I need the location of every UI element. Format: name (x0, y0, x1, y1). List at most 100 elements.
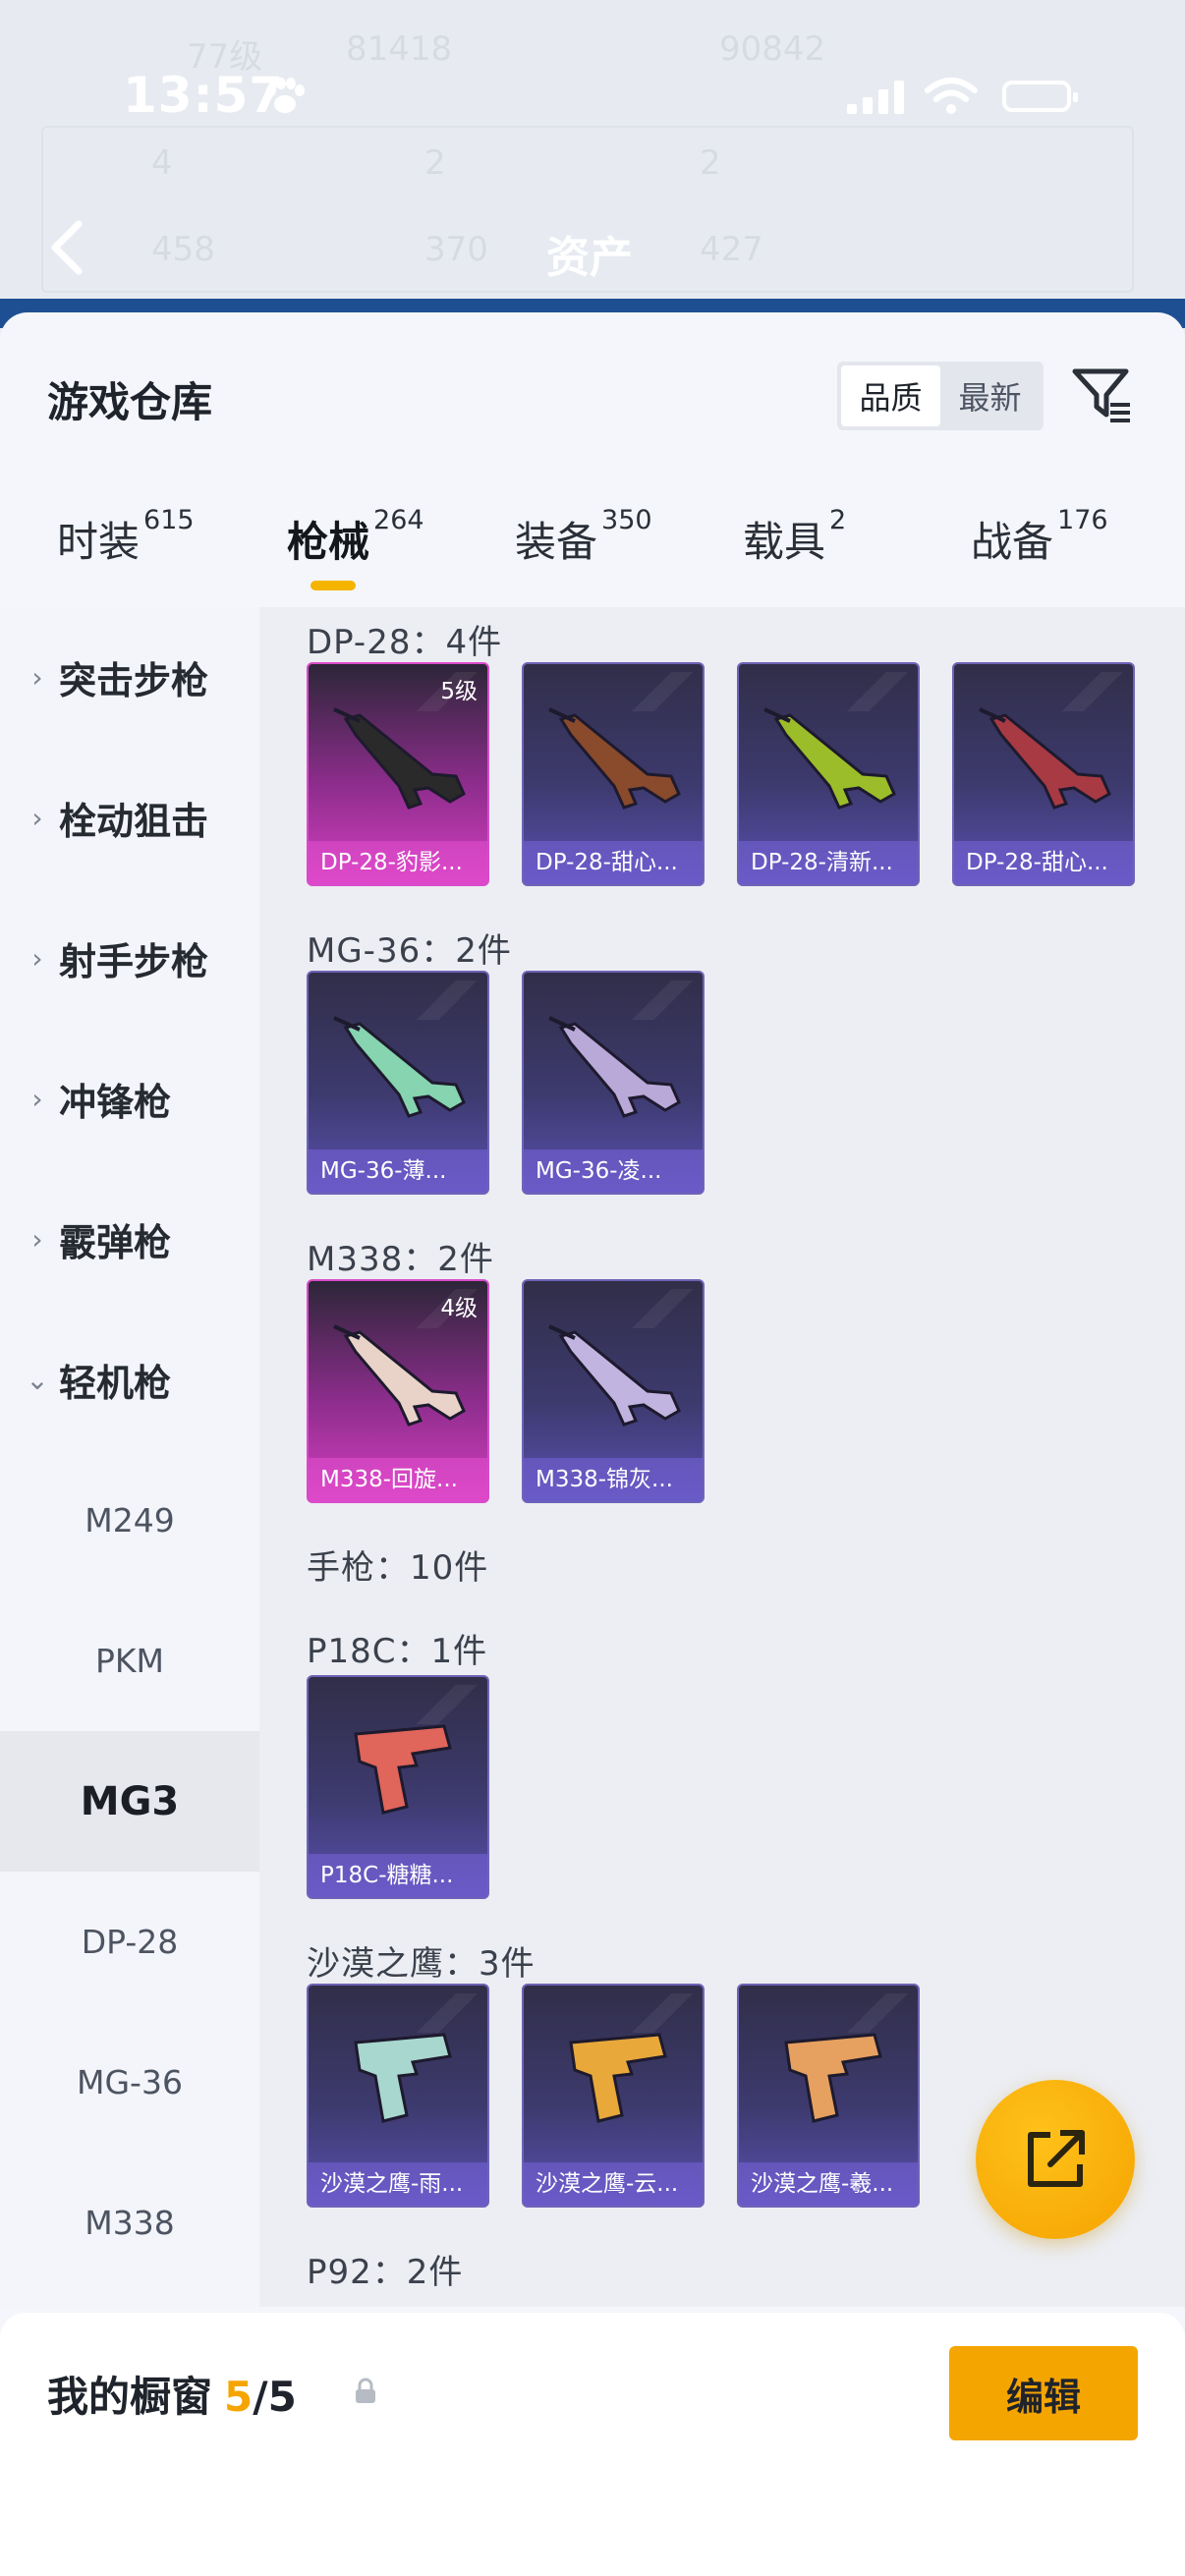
weapon-name: MG-36-凌... (524, 1149, 703, 1193)
rifle-icon (548, 1016, 681, 1118)
rifle-icon (548, 1324, 681, 1427)
weapon-card[interactable]: MG-36-薄... (307, 971, 489, 1195)
ghost-stat-1: 4 (151, 143, 173, 183)
tab-fashion[interactable]: 时装 615 (57, 505, 195, 569)
weapon-content: DP-28：4件 5级 DP-28-豹影... DP-28-甜心... DP-28-清新… (259, 607, 1185, 2307)
wifi-icon (925, 78, 978, 114)
showcase-current: 5 (224, 2373, 254, 2421)
chevron-right-icon: › (31, 661, 43, 694)
weapon-name: DP-28-甜心... (954, 841, 1133, 884)
weapon-name: DP-28-清新... (739, 841, 918, 884)
rifle-icon (333, 1016, 466, 1118)
sidebar-item-label: 射手步枪 (59, 940, 209, 983)
ghost-stat-4: 458 (151, 230, 215, 269)
ghost-stat-5: 370 (424, 230, 488, 269)
sidebar-item-label: 霰弹枪 (59, 1221, 172, 1264)
signal-icon (847, 81, 904, 114)
sidebar-item-label: 突击步枪 (59, 659, 209, 702)
weapon-card[interactable]: P18C-糖糖... (307, 1675, 489, 1899)
weapon-name: 沙漠之鹰-羲... (739, 2162, 918, 2206)
sidebar-sub-dp28[interactable]: DP-28 (0, 1872, 259, 2012)
share-button[interactable] (976, 2080, 1135, 2239)
weapon-card[interactable]: 4级 M338-回旋... (307, 1279, 489, 1503)
tab-count: 176 (1057, 505, 1108, 535)
showcase-max: 5 (267, 2373, 297, 2421)
weapon-card[interactable]: 5级 DP-28-豹影... (307, 662, 489, 886)
weapon-name: 沙漠之鹰-雨... (309, 2162, 487, 2206)
sidebar-sub-pkm[interactable]: PKM (0, 1591, 259, 1731)
tab-vehicles[interactable]: 载具 2 (743, 505, 846, 569)
tab-count: 350 (601, 505, 652, 535)
rifle-icon (333, 1324, 466, 1427)
tab-count: 615 (143, 505, 195, 535)
weapon-card[interactable]: DP-28-清新... (737, 662, 920, 886)
group-heading: P18C：1件 (307, 1632, 488, 1671)
sidebar-item-bolt-sniper[interactable]: › 栓动狙击 (0, 748, 259, 888)
weapon-name: MG-36-薄... (309, 1149, 487, 1193)
paw-icon (266, 78, 305, 113)
weapon-card[interactable]: 沙漠之鹰-云... (522, 1984, 705, 2208)
weapon-name: M338-回旋... (309, 1458, 487, 1501)
sort-quality-option[interactable]: 品质 (841, 365, 940, 426)
weapon-card[interactable]: MG-36-凌... (522, 971, 705, 1195)
weapon-card[interactable]: M338-锦灰... (522, 1279, 705, 1503)
sidebar-sub-m249[interactable]: M249 (0, 1450, 259, 1591)
warehouse-sheet: 游戏仓库 品质 最新 时装 615 枪械 264 装备 350 载具 2 战备 … (0, 312, 1185, 2576)
sidebar-item-label: 轻机枪 (59, 1362, 172, 1405)
background-title: 资产 (546, 233, 633, 283)
pistol-icon (354, 2033, 452, 2123)
tab-label: 战备 (971, 518, 1054, 566)
sidebar-item-lmg[interactable]: ⌄ 轻机枪 (0, 1310, 259, 1450)
tab-count: 264 (373, 505, 424, 535)
rifle-icon (979, 707, 1111, 810)
chevron-right-icon: › (31, 802, 43, 834)
sheet-title: 游戏仓库 (47, 378, 213, 426)
sidebar-sub-m338[interactable]: M338 (0, 2153, 259, 2293)
showcase-title: 我的橱窗 (47, 2373, 213, 2421)
weapon-name: DP-28-甜心... (524, 841, 703, 884)
sort-newest-option[interactable]: 最新 (940, 365, 1040, 426)
edit-button[interactable]: 编辑 (949, 2346, 1138, 2440)
chevron-right-icon: › (31, 1223, 43, 1256)
group-heading: M338：2件 (307, 1240, 494, 1279)
ghost-stat-3: 2 (700, 143, 721, 183)
category-tabs: 时装 615 枪械 264 装备 350 载具 2 战备 176 (0, 505, 1185, 607)
group-heading: P92：2件 (307, 2253, 464, 2292)
pistol-icon (569, 2033, 667, 2123)
sidebar-sub-mg3[interactable]: MG3 (0, 1731, 259, 1872)
tab-label: 时装 (57, 518, 141, 566)
sidebar-item-marksman-rifle[interactable]: › 射手步枪 (0, 888, 259, 1029)
tab-firearms[interactable]: 枪械 264 (287, 505, 424, 569)
group-heading: 手枪：10件 (307, 1548, 489, 1588)
tab-equipment[interactable]: 装备 350 (515, 505, 652, 569)
chevron-right-icon: › (31, 1083, 43, 1115)
ghost-points: 90842 (719, 29, 826, 69)
chevron-right-icon: › (31, 942, 43, 975)
showcase-bar: 我的橱窗 5 / 5 编辑 (0, 2313, 1185, 2576)
active-tab-indicator (310, 581, 356, 590)
weapon-sidebar: › 突击步枪 › 栓动狙击 › 射手步枪 › 冲锋枪 › 霰弹枪 ⌄ 轻机枪 M… (0, 607, 259, 2307)
group-heading: DP-28：4件 (307, 623, 503, 662)
weapon-card[interactable]: DP-28-甜心... (952, 662, 1135, 886)
weapon-name: M338-锦灰... (524, 1458, 703, 1501)
back-icon[interactable] (47, 218, 86, 277)
sidebar-item-shotgun[interactable]: › 霰弹枪 (0, 1169, 259, 1310)
tab-gear[interactable]: 战备 176 (971, 505, 1108, 569)
tab-count: 2 (829, 505, 847, 535)
rifle-icon (548, 707, 681, 810)
weapon-card[interactable]: DP-28-甜心... (522, 662, 705, 886)
ghost-stat-2: 2 (424, 143, 446, 183)
weapon-name: DP-28-豹影... (309, 841, 487, 884)
weapon-card[interactable]: 沙漠之鹰-雨... (307, 1984, 489, 2208)
rifle-icon (763, 707, 896, 810)
lock-icon (356, 2378, 375, 2403)
chevron-down-icon: ⌄ (26, 1364, 49, 1396)
filter-icon[interactable] (1071, 364, 1134, 426)
weapon-card[interactable]: 沙漠之鹰-羲... (737, 1984, 920, 2208)
showcase-label: 我的橱窗 5 / 5 (47, 2364, 297, 2424)
sidebar-sub-mg36[interactable]: MG-36 (0, 2012, 259, 2153)
battery-icon (1002, 81, 1078, 112)
sidebar-item-assault-rifle[interactable]: › 突击步枪 (0, 607, 259, 748)
sidebar-item-smg[interactable]: › 冲锋枪 (0, 1029, 259, 1169)
sidebar-item-label: 栓动狙击 (59, 800, 209, 843)
